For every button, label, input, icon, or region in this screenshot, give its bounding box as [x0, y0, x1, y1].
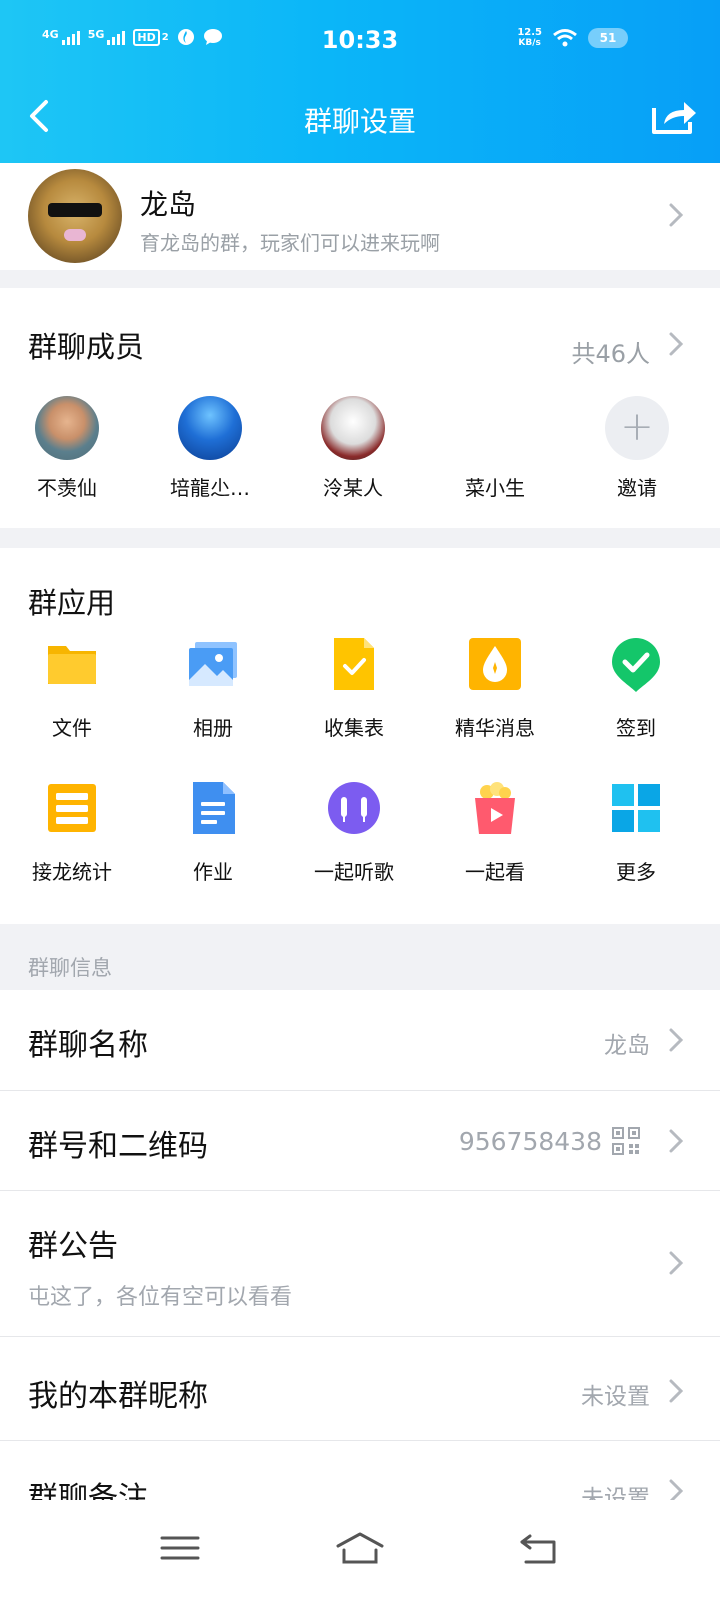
app-album[interactable]: 相册 — [143, 636, 283, 741]
chevron-right-icon — [669, 203, 684, 227]
app-label: 相册 — [193, 716, 233, 740]
members-count[interactable]: 共46人 — [571, 334, 650, 369]
group-name-row[interactable]: 群聊名称 龙岛 — [0, 990, 720, 1090]
app-form[interactable]: 收集表 — [284, 636, 424, 741]
my-nickname-row[interactable]: 我的本群昵称 未设置 — [0, 1337, 720, 1440]
app-checkin[interactable]: 签到 — [566, 636, 706, 741]
member-name: 不羡仙 — [37, 476, 97, 500]
app-relay[interactable]: 接龙统计 — [2, 780, 142, 885]
invite-button[interactable]: + 邀请 — [582, 396, 692, 501]
app-label: 精华消息 — [455, 716, 535, 740]
status-right-icons: 12.5 KB/s 51 — [517, 28, 628, 48]
status-bar: 4G 5G HD 2 10:33 12.5 KB/s 51 — [0, 0, 720, 80]
member-avatar — [321, 396, 385, 460]
group-number-row[interactable]: 群号和二维码 956758438 — [0, 1091, 720, 1190]
more-grid-icon — [612, 784, 660, 832]
row-title: 群公告 — [28, 1229, 118, 1264]
home-icon[interactable] — [330, 1528, 390, 1568]
apps-title: 群应用 — [28, 586, 116, 620]
members-title: 群聊成员 — [28, 330, 145, 364]
member-item[interactable]: 菜小生 — [440, 396, 550, 501]
app-label: 更多 — [616, 860, 656, 884]
member-item[interactable]: 泠某人 — [298, 396, 408, 501]
group-remark-row[interactable]: 群聊备注 未设置 — [0, 1441, 720, 1501]
app-essence[interactable]: 精华消息 — [425, 636, 565, 741]
speed-value: 12.5 — [517, 27, 542, 38]
chevron-right-icon[interactable] — [668, 330, 684, 358]
row-value: 956758438 — [458, 1127, 602, 1156]
app-label: 收集表 — [324, 716, 384, 740]
members-section: 群聊成员 共46人 不羡仙 培龍尐… 泠某人 菜小生 + 邀请 — [0, 288, 720, 528]
plus-icon: + — [605, 396, 669, 460]
app-label: 作业 — [193, 860, 233, 884]
battery-icon: 51 — [588, 28, 628, 48]
app-more[interactable]: 更多 — [566, 780, 706, 885]
app-music[interactable]: 一起听歌 — [284, 780, 424, 885]
form-icon — [334, 638, 374, 690]
row-value: 未设置 — [581, 1384, 650, 1410]
member-item[interactable]: 培龍尐… — [155, 396, 265, 501]
member-avatar — [35, 396, 99, 460]
share-icon[interactable] — [650, 96, 698, 136]
row-title: 我的本群昵称 — [28, 1379, 208, 1414]
album-icon — [189, 642, 237, 686]
app-label: 文件 — [52, 716, 92, 740]
chevron-right-icon — [669, 1028, 684, 1052]
row-value: 未设置 — [581, 1486, 650, 1501]
group-profile-row[interactable]: 龙岛 育龙岛的群，玩家们可以进来玩啊 — [0, 163, 720, 270]
page-title: 群聊设置 — [303, 105, 416, 138]
chevron-right-icon — [669, 1479, 684, 1501]
group-name: 龙岛 — [140, 188, 197, 221]
member-item[interactable]: 不羡仙 — [12, 396, 122, 501]
member-avatar — [463, 396, 527, 460]
member-name: 菜小生 — [465, 476, 525, 500]
network-speed: 12.5 KB/s — [517, 27, 542, 49]
app-files[interactable]: 文件 — [2, 636, 142, 741]
info-section-label: 群聊信息 — [28, 956, 112, 980]
chevron-right-icon — [669, 1379, 684, 1403]
row-title: 群号和二维码 — [28, 1129, 208, 1164]
homework-icon — [193, 782, 235, 834]
music-icon — [328, 782, 380, 834]
app-label: 一起听歌 — [314, 860, 394, 884]
notice-preview: 屯这了，各位有空可以看看 — [28, 1285, 293, 1310]
folder-icon — [48, 646, 96, 684]
group-notice-row[interactable]: 群公告 屯这了，各位有空可以看看 — [0, 1191, 720, 1336]
member-avatar — [178, 396, 242, 460]
speed-unit: KB/s — [518, 38, 541, 48]
chevron-right-icon — [669, 1129, 684, 1153]
app-label: 签到 — [616, 716, 656, 740]
chevron-right-icon — [669, 1251, 684, 1275]
app-label: 接龙统计 — [32, 860, 112, 884]
row-title: 群聊名称 — [28, 1028, 148, 1063]
qr-code-icon — [612, 1127, 640, 1155]
app-watch[interactable]: 一起看 — [425, 780, 565, 885]
wifi-icon — [553, 29, 577, 47]
back-nav-icon[interactable] — [510, 1528, 570, 1568]
group-avatar — [28, 169, 122, 263]
checkin-icon — [612, 638, 660, 692]
row-value: 龙岛 — [604, 1033, 650, 1059]
row-title: 群聊备注 — [28, 1481, 148, 1501]
relay-icon — [48, 784, 96, 832]
app-homework[interactable]: 作业 — [143, 780, 283, 885]
header-bar: 4G 5G HD 2 10:33 12.5 KB/s 51 群聊设置 — [0, 0, 720, 163]
invite-label: 邀请 — [617, 476, 657, 500]
app-label: 一起看 — [465, 860, 525, 884]
essence-icon — [469, 638, 521, 690]
system-nav-bar — [0, 1500, 720, 1600]
group-description: 育龙岛的群，玩家们可以进来玩啊 — [140, 231, 440, 255]
member-name: 泠某人 — [323, 476, 383, 500]
member-name: 培龍尐… — [170, 476, 250, 500]
group-apps-section: 群应用 文件 相册 收集表 精华消息 签到 接龙统计 作业 一起听歌 一起看 更… — [0, 548, 720, 924]
watch-icon — [475, 782, 515, 834]
menu-icon[interactable] — [150, 1528, 210, 1568]
